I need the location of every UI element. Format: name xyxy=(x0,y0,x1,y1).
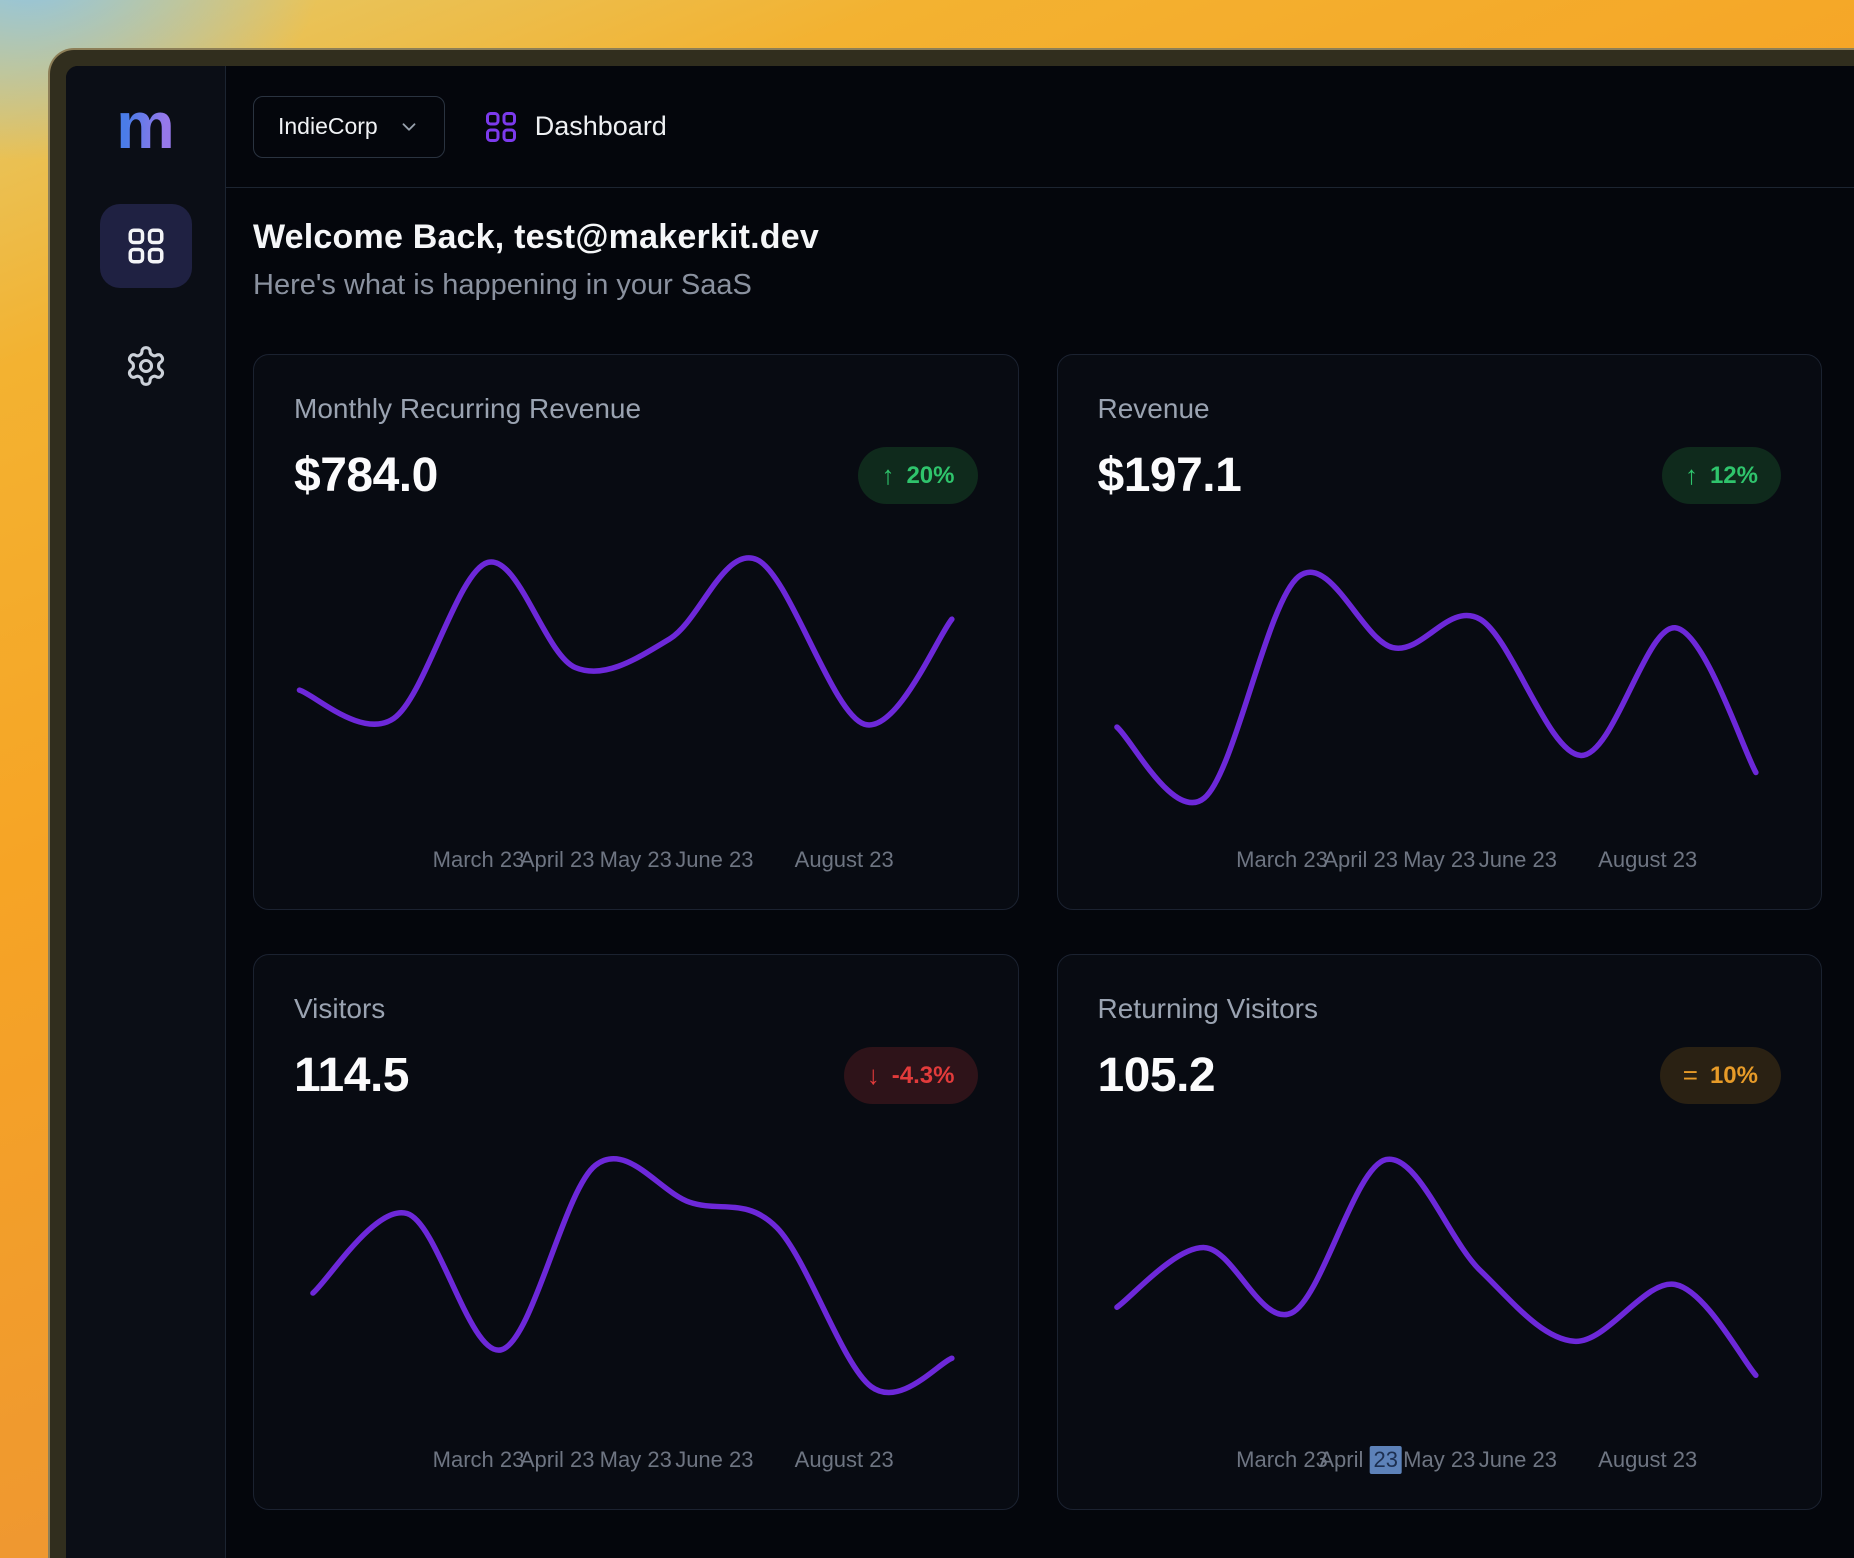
page-content: Welcome Back, test@makerkit.dev Here's w… xyxy=(226,188,1854,1558)
card-title: Monthly Recurring Revenue xyxy=(294,393,978,425)
metric-value: 114.5 xyxy=(294,1048,409,1103)
app-root: m IndieCorp xyxy=(66,66,1854,1558)
card-visitors: Visitors 114.5 ↓ -4.3% March 23April 23M… xyxy=(253,954,1019,1510)
app-window: m IndieCorp xyxy=(48,48,1854,1558)
trend-badge: = 10% xyxy=(1660,1047,1781,1104)
value-row: 114.5 ↓ -4.3% xyxy=(294,1047,978,1104)
value-row: $197.1 ↑ 12% xyxy=(1098,447,1782,504)
selected-text: 23 xyxy=(1369,1446,1401,1474)
x-axis-label: June 23 xyxy=(1479,847,1557,873)
x-axis-label: June 23 xyxy=(675,847,753,873)
welcome-subtitle: Here's what is happening in your SaaS xyxy=(253,269,1822,302)
value-row: $784.0 ↑ 20% xyxy=(294,447,978,504)
metric-value: $784.0 xyxy=(294,448,438,503)
card-monthly-recurring-revenue: Monthly Recurring Revenue $784.0 ↑ 20% M… xyxy=(253,354,1019,910)
x-axis-label: March 23 xyxy=(433,847,525,873)
x-axis-label: April 23 xyxy=(520,1447,595,1473)
trend-label: 10% xyxy=(1710,1062,1758,1090)
x-axis-label: August 23 xyxy=(795,847,894,873)
x-axis-label: April 23 xyxy=(1323,847,1398,873)
trend-label: 20% xyxy=(906,462,954,490)
page-title: Dashboard xyxy=(535,111,667,142)
trend-badge: ↓ -4.3% xyxy=(844,1047,978,1104)
gear-icon xyxy=(124,344,168,388)
sparkline-chart xyxy=(1098,528,1782,841)
x-axis-label: April 23 xyxy=(1319,1447,1402,1473)
sparkline-chart xyxy=(1098,1128,1782,1441)
trend-label: -4.3% xyxy=(892,1062,955,1090)
main-area: IndieCorp Dashboard Welcome Back, test@m… xyxy=(226,66,1854,1558)
x-axis-label: March 23 xyxy=(1236,847,1328,873)
top-bar: IndieCorp Dashboard xyxy=(226,66,1854,188)
trend-badge: ↑ 12% xyxy=(1662,447,1781,504)
x-axis: March 23April 23May 23June 23 August 23 xyxy=(294,847,978,879)
equals-icon: = xyxy=(1683,1060,1698,1091)
card-returning-visitors: Returning Visitors 105.2 = 10% March 23A… xyxy=(1057,954,1823,1510)
arrow-up-icon: ↑ xyxy=(1685,460,1698,491)
metric-value: 105.2 xyxy=(1098,1048,1216,1103)
card-revenue: Revenue $197.1 ↑ 12% March 23April 23May… xyxy=(1057,354,1823,910)
makerkit-logo: m xyxy=(116,92,175,158)
grid-icon xyxy=(125,225,167,267)
welcome-heading: Welcome Back, test@makerkit.dev xyxy=(253,218,1822,257)
x-axis: March 23April 23May 23June 23 August 23 xyxy=(294,1447,978,1479)
metric-value: $197.1 xyxy=(1098,448,1242,503)
org-switcher-label: IndieCorp xyxy=(278,113,378,140)
arrow-down-icon: ↓ xyxy=(867,1060,880,1091)
x-axis-label: June 23 xyxy=(1479,1447,1557,1473)
stats-grid: Monthly Recurring Revenue $784.0 ↑ 20% M… xyxy=(253,354,1822,1510)
x-axis-label: August 23 xyxy=(1598,847,1697,873)
trend-badge: ↑ 20% xyxy=(858,447,977,504)
chevron-down-icon xyxy=(398,116,420,138)
x-axis-label: May 23 xyxy=(600,847,672,873)
arrow-up-icon: ↑ xyxy=(881,460,894,491)
card-title: Revenue xyxy=(1098,393,1782,425)
card-title: Returning Visitors xyxy=(1098,993,1782,1025)
x-axis-label: June 23 xyxy=(675,1447,753,1473)
grid-icon xyxy=(483,109,519,145)
x-axis-label: March 23 xyxy=(433,1447,525,1473)
sidebar: m xyxy=(66,66,226,1558)
sparkline-chart xyxy=(294,1128,978,1441)
x-axis-label: April 23 xyxy=(520,847,595,873)
x-axis: March 23April 23May 23June 23 August 23 xyxy=(1098,847,1782,879)
x-axis-label: May 23 xyxy=(1403,847,1475,873)
sidebar-item-settings[interactable] xyxy=(124,344,168,393)
card-title: Visitors xyxy=(294,993,978,1025)
org-switcher-button[interactable]: IndieCorp xyxy=(253,96,445,158)
x-axis: March 23April 23May 23June 23 August 23 xyxy=(1098,1447,1782,1479)
sparkline-chart xyxy=(294,528,978,841)
trend-label: 12% xyxy=(1710,462,1758,490)
sidebar-item-dashboard[interactable] xyxy=(100,204,192,288)
value-row: 105.2 = 10% xyxy=(1098,1047,1782,1104)
x-axis-label: May 23 xyxy=(600,1447,672,1473)
breadcrumb-dashboard[interactable]: Dashboard xyxy=(483,109,667,145)
x-axis-label: March 23 xyxy=(1236,1447,1328,1473)
x-axis-label: May 23 xyxy=(1403,1447,1475,1473)
x-axis-label: August 23 xyxy=(1598,1447,1697,1473)
x-axis-label: August 23 xyxy=(795,1447,894,1473)
